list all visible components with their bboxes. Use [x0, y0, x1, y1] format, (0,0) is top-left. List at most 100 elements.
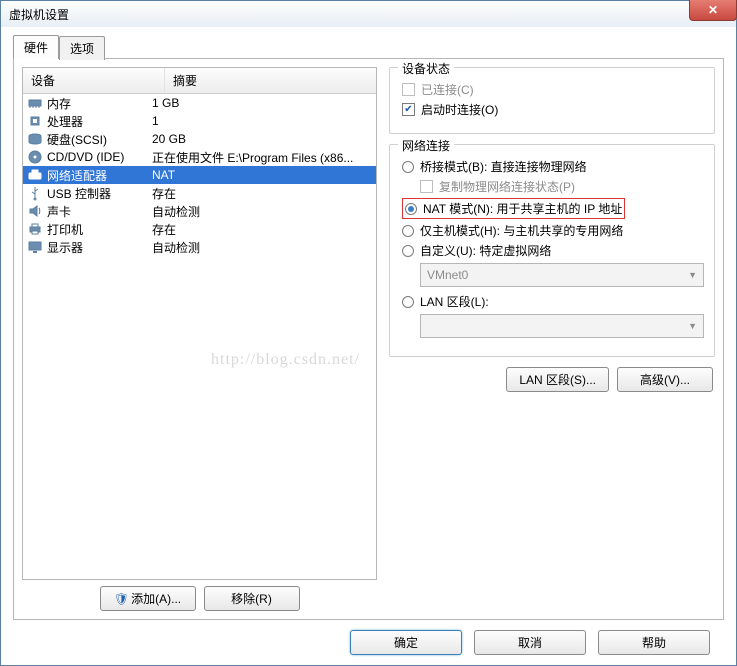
custom-row[interactable]: 自定义(U): 特定虚拟网络 [402, 242, 704, 259]
window-title: 虚拟机设置 [9, 6, 728, 23]
device-name: 声卡 [47, 203, 71, 220]
table-row[interactable]: 处理器 1 [23, 112, 376, 130]
device-status-group: 设备状态 已连接(C) ✔ 启动时连接(O) [389, 67, 715, 134]
help-button[interactable]: 帮助 [598, 630, 710, 655]
connected-checkbox [402, 83, 415, 96]
device-name: USB 控制器 [47, 185, 111, 202]
device-name: 处理器 [47, 113, 83, 130]
device-name: CD/DVD (IDE) [47, 150, 124, 164]
device-summary: 自动检测 [152, 239, 372, 256]
device-status-title: 设备状态 [398, 60, 454, 77]
lan-combo: ▼ [420, 314, 704, 338]
device-summary: 正在使用文件 E:\Program Files (x86... [152, 149, 372, 166]
dialog-footer: 确定 取消 帮助 [13, 620, 724, 655]
device-summary: 1 GB [152, 96, 372, 110]
left-column: 设备 摘要 内存1 GB处理器1硬盘(SCSI)20 GBCD/DVD (IDE… [22, 67, 377, 611]
table-row[interactable]: CD/DVD (IDE) 正在使用文件 E:\Program Files (x86… [23, 148, 376, 166]
table-row[interactable]: 显示器 自动检测 [23, 238, 376, 256]
advanced-button[interactable]: 高级(V)... [617, 367, 713, 392]
usb-icon [27, 185, 43, 201]
close-icon: ✕ [708, 3, 718, 17]
add-button[interactable]: 🛡添加(A)... [100, 586, 196, 611]
connected-row[interactable]: 已连接(C) [402, 81, 704, 98]
hostonly-label: 仅主机模式(H): 与主机共享的专用网络 [420, 222, 623, 239]
bridged-row[interactable]: 桥接模式(B): 直接连接物理网络 [402, 158, 704, 175]
vm-settings-window: 虚拟机设置 ✕ 硬件 选项 设备 摘要 内存 1 GB 处理器 1 硬盘(SCSI)20… [0, 0, 737, 666]
titlebar: 虚拟机设置 ✕ [1, 1, 736, 27]
connect-on-start-row[interactable]: ✔ 启动时连接(O) [402, 101, 704, 118]
table-row[interactable]: 硬盘(SCSI)20 GB [23, 130, 376, 148]
col-header-summary[interactable]: 摘要 [165, 68, 376, 93]
ok-label: 确定 [394, 636, 418, 650]
connected-label: 已连接(C) [421, 81, 474, 98]
chevron-down-icon: ▼ [688, 321, 697, 331]
client-area: 硬件 选项 设备 摘要 内存1 GB处理器1硬盘(SCSI)20 GBCD/DV… [1, 27, 736, 665]
device-summary: 存在 [152, 185, 372, 202]
connect-on-start-label: 启动时连接(O) [421, 101, 498, 118]
nat-highlight: NAT 模式(N): 用于共享主机的 IP 地址 [402, 198, 625, 219]
lan-label: LAN 区段(L): [420, 293, 489, 310]
lan-radio[interactable] [402, 296, 414, 308]
printer-icon [27, 221, 43, 237]
custom-vmnet-combo: VMnet0 ▼ [420, 263, 704, 287]
hostonly-row[interactable]: 仅主机模式(H): 与主机共享的专用网络 [402, 222, 704, 239]
device-summary: 自动检测 [152, 203, 372, 220]
device-name: 打印机 [47, 221, 83, 238]
ok-button[interactable]: 确定 [350, 630, 462, 655]
lan-segments-button[interactable]: LAN 区段(S)... [506, 367, 609, 392]
right-column: 设备状态 已连接(C) ✔ 启动时连接(O) 网络连接 桥接模式(B): 直接连… [389, 67, 715, 611]
nat-row[interactable]: NAT 模式(N): 用于共享主机的 IP 地址 [402, 198, 704, 219]
table-row[interactable]: 内存 1 GB [23, 94, 376, 112]
table-row[interactable]: 网络适配器 NAT [23, 166, 376, 184]
net-icon [27, 167, 43, 183]
network-connection-title: 网络连接 [398, 137, 454, 154]
col-header-device[interactable]: 设备 [23, 68, 165, 93]
cd-icon [27, 149, 43, 165]
hardware-buttons: 🛡添加(A)... 移除(R) [22, 586, 377, 611]
close-button[interactable]: ✕ [689, 0, 737, 21]
connect-on-start-checkbox[interactable]: ✔ [402, 103, 415, 116]
add-button-label: 添加(A)... [131, 592, 181, 606]
help-label: 帮助 [642, 636, 666, 650]
cancel-button[interactable]: 取消 [474, 630, 586, 655]
nat-radio[interactable] [405, 203, 417, 215]
shield-icon: 🛡 [114, 592, 129, 606]
remove-button-label: 移除(R) [231, 592, 272, 606]
device-summary: 1 [152, 114, 372, 128]
lan-row[interactable]: LAN 区段(L): [402, 293, 704, 310]
network-connection-group: 网络连接 桥接模式(B): 直接连接物理网络 复制物理网络连接状态(P) NAT… [389, 144, 715, 357]
hostonly-radio[interactable] [402, 225, 414, 237]
device-summary: NAT [152, 168, 372, 182]
table-row[interactable]: 打印机 存在 [23, 220, 376, 238]
device-name: 硬盘(SCSI) [47, 131, 107, 148]
device-name: 内存 [47, 95, 71, 112]
custom-vmnet-value: VMnet0 [427, 268, 468, 282]
chevron-down-icon: ▼ [688, 270, 697, 280]
nat-label: NAT 模式(N): 用于共享主机的 IP 地址 [423, 200, 622, 217]
tab-hardware[interactable]: 硬件 [13, 35, 59, 59]
tab-options[interactable]: 选项 [59, 36, 105, 60]
bridged-label: 桥接模式(B): 直接连接物理网络 [420, 158, 587, 175]
network-buttons: LAN 区段(S)... 高级(V)... [389, 367, 715, 392]
memory-icon [27, 95, 43, 111]
custom-radio[interactable] [402, 245, 414, 257]
device-name: 显示器 [47, 239, 83, 256]
custom-label: 自定义(U): 特定虚拟网络 [420, 242, 551, 259]
lan-segments-label: LAN 区段(S)... [519, 373, 596, 387]
tab-body: 设备 摘要 内存1 GB处理器1硬盘(SCSI)20 GBCD/DVD (IDE… [13, 58, 724, 620]
hardware-rows[interactable]: 内存 1 GB 处理器 1 硬盘(SCSI)20 GB CD/DVD (IDE) 正在使用文… [23, 94, 376, 579]
sound-icon [27, 203, 43, 219]
bridged-radio[interactable] [402, 161, 414, 173]
cancel-label: 取消 [518, 636, 542, 650]
hardware-table-header: 设备 摘要 [23, 68, 376, 94]
remove-button[interactable]: 移除(R) [204, 586, 300, 611]
replicate-checkbox [420, 180, 433, 193]
display-icon [27, 239, 43, 255]
table-row[interactable]: 声卡 自动检测 [23, 202, 376, 220]
advanced-label: 高级(V)... [640, 373, 690, 387]
tabstrip: 硬件 选项 [13, 35, 724, 59]
table-row[interactable]: USB 控制器 存在 [23, 184, 376, 202]
device-summary: 存在 [152, 221, 372, 238]
cpu-icon [27, 113, 43, 129]
device-name: 网络适配器 [47, 167, 107, 184]
